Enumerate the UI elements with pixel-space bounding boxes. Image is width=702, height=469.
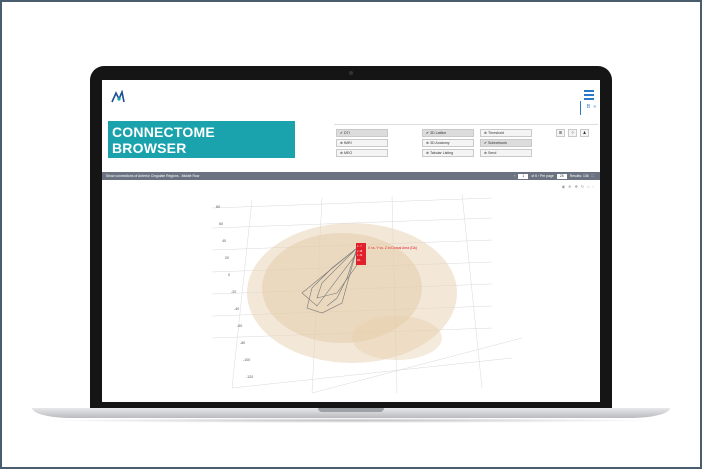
side-buttons: B »	[587, 104, 596, 110]
meg-button[interactable]: ⊕ MEG	[336, 149, 388, 157]
axis-tick-label: -100	[243, 358, 250, 362]
brain-3d-plot[interactable]: 80 60 40 20 0 -20 -40 -60 -80 -100 -120	[192, 188, 532, 402]
laptop-shadow	[40, 418, 662, 423]
rotate-icon[interactable]: ↻	[581, 184, 584, 189]
tooltip-region: DA	[357, 258, 361, 262]
user-icon[interactable]: ♟	[580, 129, 589, 137]
app-screen: B » CONNECTOME BROWSER Subject: 10036 Lo…	[102, 80, 600, 402]
header-divider	[580, 101, 581, 115]
page-title: CONNECTOME BROWSER	[112, 124, 215, 156]
page-input[interactable]: 1	[518, 173, 529, 179]
plot-modebar: ◉ ⊕ ✥ ↻ ⌂ ▫	[562, 184, 594, 189]
view-description: Show connections of Anterior Cingulate R…	[106, 174, 200, 178]
webcam	[349, 71, 353, 75]
menu-icon[interactable]	[584, 90, 594, 100]
3d-lattice-button[interactable]: ✔ 3D Lattice	[422, 129, 474, 137]
axis-tick-label: -60	[237, 324, 242, 328]
tooltip-values: x: -7 y: 48 z: 33 DA	[357, 245, 362, 263]
expand-button[interactable]: »	[593, 104, 596, 110]
axis-tick-label: 60	[219, 222, 223, 226]
tooltip-title: X vs. Y vs. Z in Dorsal Area (DA)	[368, 246, 418, 250]
fullscreen-icon[interactable]: ⛶	[592, 172, 594, 180]
axis-tick-label: -120	[246, 375, 253, 379]
hover-icon[interactable]: ▫	[593, 184, 594, 189]
axis-tick-label: 20	[225, 256, 229, 260]
results-count: Results: 136	[569, 174, 589, 178]
threshold-button[interactable]: ⊕ Threshold	[480, 129, 532, 137]
pagination: ‹ 1 of 6 › Per page 25 Results: 136 ⛶	[514, 172, 594, 180]
pan-icon[interactable]: ✥	[574, 184, 577, 189]
help-icon[interactable]: ?	[568, 129, 577, 137]
tooltip-z: z: 33	[357, 254, 363, 257]
app-logo-icon	[110, 89, 126, 106]
axis-tick-label: 40	[222, 239, 226, 243]
axis-tick-label: 80	[216, 205, 220, 209]
grid-icon[interactable]: ⊞	[556, 129, 565, 137]
tabular-listing-button[interactable]: ⊕ Tabular Listing	[422, 149, 474, 157]
dti-button[interactable]: ✔ DTI	[336, 129, 388, 137]
laptop-notch	[318, 408, 384, 412]
axis-tick-label: 0	[228, 273, 230, 277]
send-button[interactable]: ⊕ Send	[480, 149, 532, 157]
bookmark-button[interactable]: B	[587, 104, 590, 110]
axis-tick-label: -80	[240, 341, 245, 345]
view-toolbar: Show connections of Anterior Cingulate R…	[102, 172, 600, 180]
control-panel: ✔ DTI ⊕ fMRI ⊕ MEG ✔ 3D Lattice ⊕ 3D Ana…	[334, 124, 598, 164]
pager-label: of 6 › Per page	[531, 174, 554, 178]
3d-anatomy-button[interactable]: ⊕ 3D Anatomy	[422, 139, 474, 147]
reset-icon[interactable]: ⌂	[587, 184, 589, 189]
camera-icon[interactable]: ◉	[562, 184, 566, 189]
prev-page-icon[interactable]: ‹	[514, 172, 515, 180]
tooltip-x: x: -7	[357, 245, 362, 248]
subject-info: Subject: 10036 Longitudinal Assessment: …	[112, 162, 238, 166]
fmri-button[interactable]: ⊕ fMRI	[336, 139, 388, 147]
axis-tick-label: -20	[231, 290, 236, 294]
title-banner: CONNECTOME BROWSER Subject: 10036 Longit…	[108, 121, 295, 166]
subnetwork-button[interactable]: ✔ Subnetwork	[480, 139, 532, 147]
zoom-icon[interactable]: ⊕	[568, 184, 571, 189]
axis-tick-label: -40	[234, 307, 239, 311]
per-page-select[interactable]: 25	[556, 173, 567, 179]
cerebellum	[352, 316, 442, 360]
